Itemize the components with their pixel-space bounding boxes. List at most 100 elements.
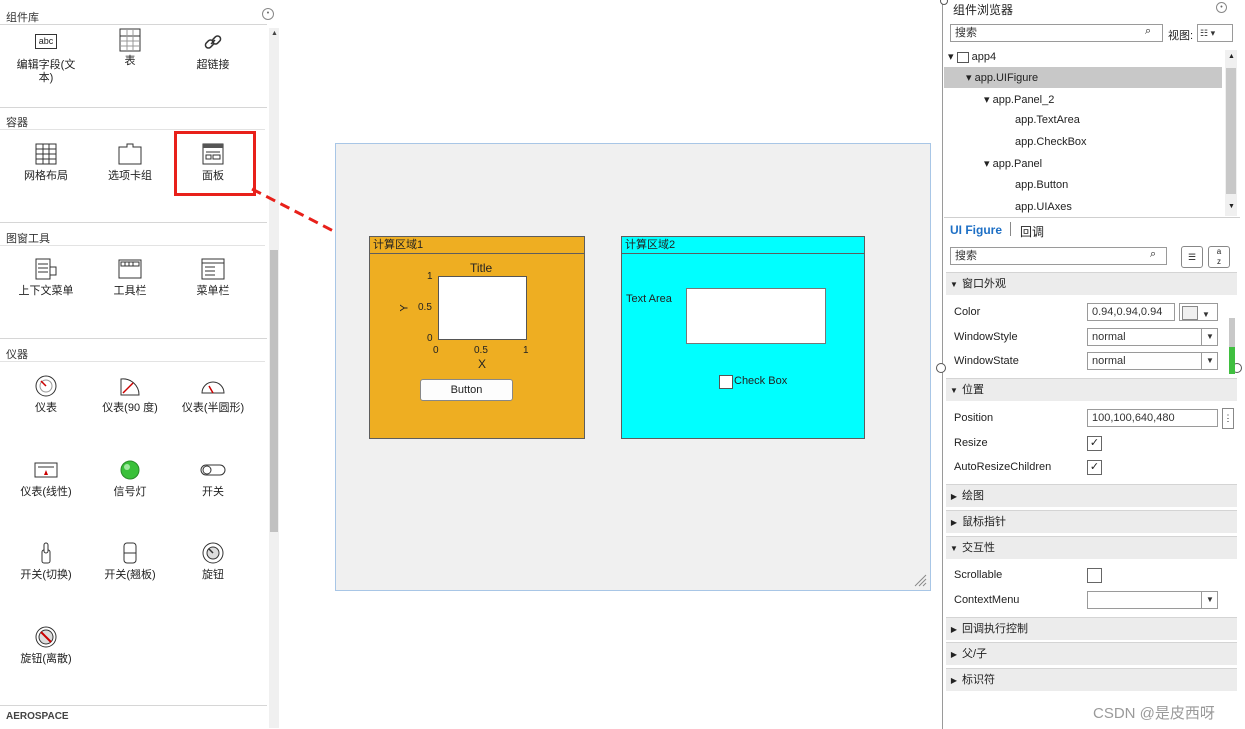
ui-textarea[interactable] [686, 288, 826, 344]
section-position[interactable]: ▼ 位置 [946, 378, 1237, 401]
library-title: 组件库 [6, 12, 39, 24]
chevron-down-icon: ▼ [1201, 352, 1218, 370]
scroll-down-icon[interactable]: ▼ [1228, 203, 1235, 210]
component-toolbar[interactable]: 工具栏 [89, 258, 171, 298]
tree-node-uiaxes[interactable]: app.UIAxes [1015, 201, 1072, 213]
color-picker[interactable]: ▼ [1179, 303, 1218, 321]
component-lamp[interactable]: 信号灯 [89, 459, 171, 499]
section-parent-child[interactable]: ▶ 父/子 [946, 642, 1237, 665]
tree-scrollbar-thumb[interactable] [1226, 68, 1236, 194]
prop-autoresize-label: AutoResizeChildren [954, 461, 1052, 473]
component-edit-text[interactable]: abc 编辑字段(文 本) [5, 32, 87, 85]
ytick-label: 0.5 [418, 302, 432, 313]
component-gauge-linear[interactable]: 仪表(线性) [5, 459, 87, 499]
component-menubar[interactable]: 菜单栏 [172, 258, 254, 298]
section-instruments: 仪器 [6, 349, 28, 361]
library-header [0, 4, 267, 24]
browser-title: 组件浏览器 [953, 3, 1014, 17]
inspector-scrollbar-thumb[interactable] [1229, 347, 1235, 374]
divider [0, 245, 265, 246]
section-callback-execution[interactable]: ▶ 回调执行控制 [946, 617, 1237, 640]
search-icon: ⌕ [1145, 25, 1152, 37]
component-rocker-switch[interactable]: 开关(翘板) [89, 542, 171, 582]
component-hyperlink[interactable]: 超链接 [172, 32, 254, 72]
tab-callbacks[interactable]: 回调 [1020, 223, 1044, 240]
prop-position-label: Position [954, 412, 994, 424]
component-discrete-knob[interactable]: 旋钮(离散) [5, 626, 87, 666]
ui-checkbox[interactable] [719, 375, 733, 389]
divider [0, 705, 267, 706]
axes-xlabel: X [478, 357, 487, 371]
sort-az-icon[interactable]: az [1208, 246, 1230, 268]
table-icon [89, 28, 171, 52]
component-tab-group[interactable]: 选项卡组 [89, 143, 171, 183]
textarea-label: Text Area [626, 293, 672, 305]
component-grid-layout[interactable]: 网格布局 [5, 143, 87, 183]
windowstyle-dropdown[interactable]: normal ▼ [1087, 328, 1218, 346]
position-field[interactable]: 100,100,640,480 [1087, 409, 1218, 427]
component-knob[interactable]: 旋钮 [172, 542, 254, 582]
tree-node-panel[interactable]: ▾ app.Panel [984, 157, 1042, 170]
uiaxes-plot-area[interactable] [438, 276, 527, 340]
tab-ui-figure[interactable]: UI Figure [950, 223, 1002, 237]
ui-button[interactable]: Button [420, 379, 513, 401]
resize-grip-icon[interactable] [913, 573, 927, 587]
section-plotting[interactable]: ▶ 绘图 [946, 484, 1237, 507]
section-interactivity[interactable]: ▼ 交互性 [946, 536, 1237, 559]
chevron-down-icon: ▼ [1201, 328, 1218, 346]
panel-title: 计算区域1 [370, 237, 584, 254]
ytick-label: 0 [427, 333, 433, 344]
tree-node-panel2[interactable]: ▾ app.Panel_2 [984, 93, 1054, 106]
section-identifiers[interactable]: ▶ 标识符 [946, 668, 1237, 691]
component-context-menu[interactable]: 上下文菜单 [5, 258, 87, 298]
axes-ylabel: Y [398, 304, 411, 312]
xtick-label: 0.5 [474, 345, 488, 356]
component-gauge-semi[interactable]: 仪表(半圆形) [172, 375, 254, 415]
scroll-up-icon[interactable]: ▲ [271, 30, 278, 37]
collapse-icon[interactable]: • [262, 8, 274, 20]
prop-contextmenu-label: ContextMenu [954, 594, 1020, 606]
scroll-up-icon[interactable]: ▲ [1228, 53, 1235, 60]
color-value-field[interactable]: 0.94,0.94,0.94 [1087, 303, 1175, 321]
collapse-icon[interactable]: • [1216, 2, 1227, 13]
section-aerospace: AEROSPACE [6, 711, 69, 722]
component-toggle-switch[interactable]: 开关(切换) [5, 542, 87, 582]
tree-node-app4[interactable]: ▾ app4 [948, 50, 996, 63]
tree-node-checkbox[interactable]: app.CheckBox [1015, 136, 1087, 148]
panel-title: 计算区域2 [622, 237, 864, 254]
splitter-handle[interactable] [936, 363, 946, 373]
checkbox-label: Check Box [734, 375, 788, 387]
divider [0, 107, 267, 108]
toggle-switch-icon [5, 542, 87, 566]
tree-node-uifigure[interactable]: ▾ app.UIFigure [966, 71, 1038, 84]
search-icon: ⌕ [1150, 248, 1157, 260]
autoresize-checkbox[interactable]: ✓ [1087, 460, 1102, 475]
more-options-icon[interactable]: ⋮ [1222, 408, 1234, 429]
lamp-icon [89, 459, 171, 483]
section-window-appearance[interactable]: ▼ 窗口外观 [946, 272, 1237, 295]
inspector-search-input[interactable]: 搜索 [950, 247, 1167, 265]
watermark: CSDN @是皮西呀 [1093, 705, 1215, 722]
scrollable-checkbox[interactable] [1087, 568, 1102, 583]
tree-node-textarea[interactable]: app.TextArea [1015, 114, 1080, 126]
library-scrollbar-thumb[interactable] [270, 250, 278, 532]
component-switch[interactable]: 开关 [172, 459, 254, 499]
browser-search-input[interactable]: 搜索 [950, 24, 1163, 42]
contextmenu-dropdown[interactable]: ▼ [1087, 591, 1218, 609]
component-gauge[interactable]: 仪表 [5, 375, 87, 415]
xtick-label: 0 [433, 345, 439, 356]
component-table[interactable]: 表 [89, 28, 171, 68]
view-dropdown[interactable]: ☷ ▾ [1197, 24, 1233, 42]
section-mouse-pointer[interactable]: ▶ 鼠标指针 [946, 510, 1237, 533]
gauge-semicircle-icon [172, 375, 254, 399]
group-view-icon[interactable]: ☰ [1181, 246, 1203, 268]
windowstate-dropdown[interactable]: normal ▼ [1087, 352, 1218, 370]
prop-color-label: Color [954, 306, 981, 318]
component-gauge-90[interactable]: 仪表(90 度) [89, 375, 171, 415]
resize-checkbox[interactable]: ✓ [1087, 436, 1102, 451]
tree-node-button[interactable]: app.Button [1015, 179, 1068, 191]
link-icon [172, 32, 254, 56]
axes-title: Title [470, 261, 493, 275]
discrete-knob-icon [5, 626, 87, 650]
edit-text-icon: abc [5, 32, 87, 56]
